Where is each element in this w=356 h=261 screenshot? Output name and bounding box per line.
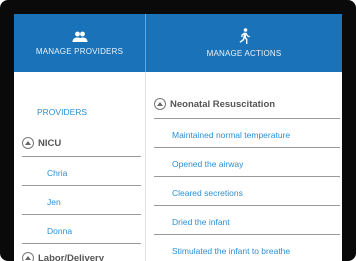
providers-panel: PROVIDERS NICU Chria Jen Donna Labor/Del… (14, 72, 146, 261)
tab-manage-providers[interactable]: MANAGE PROVIDERS (14, 14, 145, 72)
device-bezel: MANAGE PROVIDERS MANAGE ACTIONS PROVIDER… (0, 0, 356, 261)
tab-manage-actions[interactable]: MANAGE ACTIONS (145, 14, 342, 72)
group-header-labor-delivery[interactable]: Labor/Delivery (22, 248, 104, 261)
action-item[interactable]: Cleared secretions (172, 188, 243, 198)
group-header-neonatal-resuscitation[interactable]: Neonatal Resuscitation (154, 94, 275, 114)
divider (154, 205, 340, 206)
tab-manage-providers-label: MANAGE PROVIDERS (35, 46, 124, 56)
group-name: Labor/Delivery (38, 252, 104, 261)
divider (154, 147, 340, 148)
divider (22, 185, 141, 186)
top-tab-bar: MANAGE PROVIDERS MANAGE ACTIONS (14, 14, 342, 72)
chevron-up-icon (154, 98, 166, 110)
provider-item[interactable]: Jen (47, 197, 61, 207)
divider (22, 156, 141, 157)
screen: MANAGE PROVIDERS MANAGE ACTIONS PROVIDER… (14, 14, 342, 261)
running-person-icon (239, 28, 250, 44)
divider (154, 118, 340, 119)
provider-item[interactable]: Donna (47, 226, 72, 236)
action-item[interactable]: Dried the infant (172, 217, 230, 227)
group-header-nicu[interactable]: NICU (22, 133, 61, 153)
actions-panel: Neonatal Resuscitation Maintained normal… (146, 72, 342, 261)
divider (154, 234, 340, 235)
action-item[interactable]: Opened the airway (172, 159, 243, 169)
action-item[interactable]: Maintained normal temperature (172, 130, 290, 140)
provider-item[interactable]: Chria (47, 168, 67, 178)
chevron-up-icon (22, 252, 34, 261)
group-name: NICU (38, 137, 62, 149)
action-item[interactable]: Stimulated the infant to breathe (172, 246, 290, 256)
divider (22, 243, 141, 244)
group-name: Neonatal Resuscitation (170, 98, 276, 110)
people-icon (72, 31, 87, 42)
app-window: MANAGE PROVIDERS MANAGE ACTIONS PROVIDER… (0, 0, 356, 261)
chevron-up-icon (22, 137, 34, 149)
tab-manage-actions-label: MANAGE ACTIONS (206, 49, 282, 58)
divider (154, 176, 340, 177)
divider (22, 214, 141, 215)
providers-title: PROVIDERS (37, 107, 88, 117)
